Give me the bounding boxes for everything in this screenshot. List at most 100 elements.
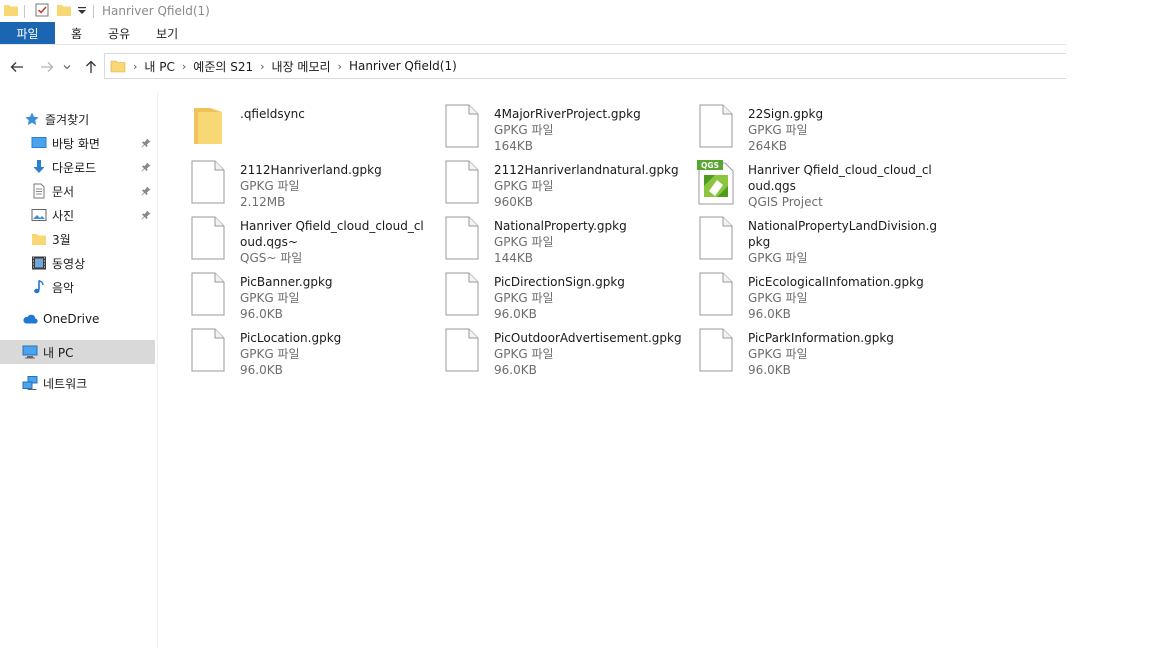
file-type: GPKG 파일	[748, 251, 808, 265]
sidebar-item-this-pc[interactable]: 내 PC	[0, 340, 155, 364]
download-icon	[31, 159, 47, 175]
file-meta: PicEcologicalInfomation.gpkg GPKG 파일 96.0K…	[748, 274, 938, 322]
chevron-down-icon	[63, 65, 71, 70]
file-type: GPKG 파일	[748, 347, 808, 361]
breadcrumb-internal-storage[interactable]: 내장 메모리	[272, 58, 331, 75]
sidebar-item-label: 3월	[52, 232, 71, 247]
file-size: 144KB	[494, 251, 534, 265]
file-meta: PicOutdoorAdvertisement.gpkg GPKG 파일 96.0K…	[494, 330, 684, 378]
file-icon	[438, 102, 486, 150]
sidebar-item-quick-access[interactable]: 즐겨찾기	[0, 107, 155, 131]
sidebar-item-network[interactable]: 네트워크	[0, 371, 155, 395]
chevron-right-icon: ›	[260, 59, 265, 73]
file-name: 2112Hanriverlandnatural.gpkg	[494, 163, 679, 177]
sidebar-item-documents[interactable]: 문서	[0, 179, 155, 203]
svg-text:QGS: QGS	[701, 161, 719, 170]
properties-checkbox-icon[interactable]	[35, 3, 49, 20]
pin-icon[interactable]	[141, 209, 151, 223]
music-icon	[31, 279, 47, 295]
customize-toolbar-icon[interactable]	[77, 4, 87, 18]
tab-view[interactable]: 보기	[142, 22, 190, 44]
file-name: Hanriver Qfield_cloud_cloud_cloud.qgs~	[240, 219, 424, 249]
file-icon	[692, 270, 740, 318]
breadcrumb-this-pc[interactable]: 내 PC	[144, 58, 174, 75]
pin-icon[interactable]	[141, 185, 151, 199]
file-type: GPKG 파일	[494, 235, 554, 249]
file-item[interactable]: 2112Hanriverland.gpkg GPKG 파일 2.12MB	[184, 156, 434, 210]
sidebar-item-label: 다운로드	[52, 160, 97, 175]
file-item[interactable]: 2112Hanriverlandnatural.gpkg GPKG 파일 960KB	[438, 156, 688, 210]
sidebar-item-desktop[interactable]: 바탕 화면	[0, 131, 155, 155]
file-size: 164KB	[494, 139, 534, 153]
tab-share[interactable]: 공유	[94, 22, 142, 44]
file-meta: PicBanner.gpkg GPKG 파일 96.0KB	[240, 274, 430, 322]
breadcrumb-device[interactable]: 예준의 S21	[193, 58, 253, 75]
sidebar-item-label: 즐겨찾기	[45, 112, 90, 127]
sidebar-item-downloads[interactable]: 다운로드	[0, 155, 155, 179]
file-type: GPKG 파일	[748, 123, 808, 137]
file-item[interactable]: 4MajorRiverProject.gpkg GPKG 파일 164KB	[438, 100, 688, 154]
file-name: PicLocation.gpkg	[240, 331, 342, 345]
ribbon-tabs: 파일 홈 공유 보기	[0, 22, 1066, 45]
file-item[interactable]: NationalProperty.gpkg GPKG 파일 144KB	[438, 212, 688, 266]
file-meta: 2112Hanriverlandnatural.gpkg GPKG 파일 960KB	[494, 162, 684, 210]
sidebar-item-pictures[interactable]: 사진	[0, 203, 155, 227]
file-item[interactable]: NationalPropertyLandDivision.gpkg GPKG 파일	[692, 212, 942, 266]
pin-icon[interactable]	[141, 137, 151, 151]
sidebar-item-onedrive[interactable]: OneDrive	[0, 307, 155, 331]
file-type: GPKG 파일	[494, 291, 554, 305]
folder-icon[interactable]	[4, 3, 18, 20]
file-meta: PicDirectionSign.gpkg GPKG 파일 96.0KB	[494, 274, 684, 322]
file-name: Hanriver Qfield_cloud_cloud_cloud.qgs	[748, 163, 932, 193]
recent-locations-button[interactable]	[60, 56, 74, 78]
file-meta: NationalProperty.gpkg GPKG 파일 144KB	[494, 218, 684, 266]
file-meta: PicParkInformation.gpkg GPKG 파일 96.0KB	[748, 330, 938, 378]
document-icon	[31, 183, 47, 199]
file-item[interactable]: PicParkInformation.gpkg GPKG 파일 96.0KB	[692, 324, 942, 378]
file-item[interactable]: PicEcologicalInfomation.gpkg GPKG 파일 96.0K…	[692, 268, 942, 322]
arrow-right-icon	[41, 62, 54, 72]
network-icon	[22, 375, 38, 391]
file-size: 96.0KB	[494, 363, 537, 377]
file-icon	[184, 270, 232, 318]
sidebar-item-march[interactable]: 3월	[0, 227, 155, 251]
folder-icon	[110, 58, 126, 74]
new-folder-icon[interactable]	[57, 3, 71, 20]
file-item[interactable]: PicLocation.gpkg GPKG 파일 96.0KB	[184, 324, 434, 378]
folder-icon	[184, 102, 232, 150]
file-name: NationalProperty.gpkg	[494, 219, 627, 233]
cloud-icon	[22, 311, 38, 327]
file-icon	[184, 158, 232, 206]
back-button[interactable]	[6, 56, 28, 78]
pin-icon[interactable]	[141, 161, 151, 175]
file-item[interactable]: Hanriver Qfield_cloud_cloud_cloud.qgs~ QG…	[184, 212, 434, 266]
up-button[interactable]	[80, 56, 102, 78]
breadcrumb-current-folder[interactable]: Hanriver Qfield(1)	[349, 59, 457, 73]
file-meta: NationalPropertyLandDivision.gpkg GPKG 파일	[748, 218, 938, 266]
file-list-view: .qfieldsync 4MajorRiverProject.gpkg GPKG 파…	[158, 92, 1066, 648]
file-icon	[438, 158, 486, 206]
file-item[interactable]: QGS Hanriver Qfield_cloud_cloud_cloud.qgs…	[692, 156, 942, 210]
arrow-up-icon	[86, 60, 96, 73]
file-size: 96.0KB	[494, 307, 537, 321]
file-name: PicParkInformation.gpkg	[748, 331, 894, 345]
chevron-right-icon: ›	[337, 59, 342, 73]
file-size: 96.0KB	[240, 307, 283, 321]
sidebar-item-videos[interactable]: 동영상	[0, 251, 155, 275]
file-item[interactable]: 22Sign.gpkg GPKG 파일 264KB	[692, 100, 942, 154]
file-item[interactable]: PicOutdoorAdvertisement.gpkg GPKG 파일 96.0K…	[438, 324, 688, 378]
file-item[interactable]: .qfieldsync	[184, 100, 434, 154]
file-explorer-window: Hanriver Qfield(1) 파일 홈 공유 보기 › 내 PC › 예…	[0, 0, 1066, 648]
file-name: 22Sign.gpkg	[748, 107, 824, 121]
sidebar-item-music[interactable]: 음악	[0, 275, 155, 299]
file-item[interactable]: PicBanner.gpkg GPKG 파일 96.0KB	[184, 268, 434, 322]
file-name: PicDirectionSign.gpkg	[494, 275, 625, 289]
file-item[interactable]: PicDirectionSign.gpkg GPKG 파일 96.0KB	[438, 268, 688, 322]
file-type: GPKG 파일	[240, 291, 300, 305]
file-icon	[438, 270, 486, 318]
file-icon	[692, 214, 740, 262]
tab-file[interactable]: 파일	[0, 22, 55, 44]
address-bar[interactable]: › 내 PC › 예준의 S21 › 내장 메모리 › Hanriver Qfi…	[104, 53, 1066, 79]
forward-button[interactable]	[36, 56, 58, 78]
tab-home[interactable]: 홈	[55, 22, 94, 44]
